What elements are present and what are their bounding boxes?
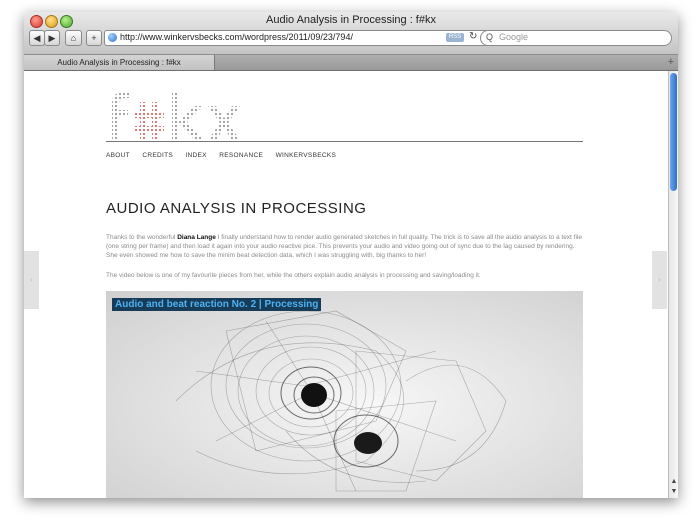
post-title: AUDIO ANALYSIS IN PROCESSING <box>106 200 367 217</box>
tab-bar: Audio Analysis in Processing : f#kx + <box>24 55 678 71</box>
search-placeholder: Google <box>499 32 529 42</box>
para1-before: Thanks to the wonderful <box>106 234 178 241</box>
web-page: ‹ › ABOUT CREDITS INDEX RESONANCE WINKER… <box>24 71 668 498</box>
globe-icon <box>108 33 117 42</box>
post-paragraph-2: The video below is one of my favourite p… <box>106 272 481 279</box>
search-field[interactable]: Q Google <box>480 30 672 46</box>
forward-button[interactable]: ▶ <box>44 30 60 46</box>
back-button[interactable]: ◀ <box>29 30 45 46</box>
reload-icon[interactable]: ↻ <box>469 31 477 42</box>
vertical-scrollbar[interactable]: ▲ ▼ <box>668 71 678 498</box>
nav-winkervsbecks[interactable]: WINKERVSBECKS <box>276 152 337 159</box>
nav-resonance[interactable]: RESONANCE <box>219 152 263 159</box>
home-button[interactable]: ⌂ <box>65 30 82 46</box>
browser-window: Audio Analysis in Processing : f#kx ◀ ▶ … <box>24 12 678 498</box>
diana-lange-link[interactable]: Diana Lange <box>177 234 216 241</box>
scroll-down-arrow[interactable]: ▼ <box>669 487 678 497</box>
rss-icon[interactable]: RSS <box>446 33 464 42</box>
scrollbar-thumb[interactable] <box>670 73 677 191</box>
site-logo[interactable] <box>106 88 246 147</box>
scroll-up-arrow[interactable]: ▲ <box>669 477 678 487</box>
search-icon: Q <box>486 32 494 42</box>
window-title: Audio Analysis in Processing : f#kx <box>266 14 436 26</box>
url-text[interactable]: http://www.winkervsbecks.com/wordpress/2… <box>120 32 353 42</box>
new-tab-button[interactable]: + <box>668 55 674 69</box>
video-player[interactable]: Audio and beat reaction No. 2 | Processi… <box>106 291 583 498</box>
add-bookmark-button[interactable]: + <box>86 30 102 46</box>
prev-post-arrow[interactable]: ‹ <box>24 251 39 309</box>
nav-index[interactable]: INDEX <box>185 152 206 159</box>
video-title[interactable]: Audio and beat reaction No. 2 | Processi… <box>112 298 322 311</box>
nav-about[interactable]: ABOUT <box>106 152 130 159</box>
address-bar[interactable]: http://www.winkervsbecks.com/wordpress/2… <box>104 30 490 46</box>
post-paragraph-1: Thanks to the wonderful Diana Lange I fi… <box>106 233 583 260</box>
site-nav: ABOUT CREDITS INDEX RESONANCE WINKERVSBE… <box>106 141 583 162</box>
page-viewport: ‹ › ABOUT CREDITS INDEX RESONANCE WINKER… <box>24 71 668 498</box>
video-thumbnail <box>175 310 507 492</box>
logo-graphic <box>112 92 240 140</box>
nav-credits[interactable]: CREDITS <box>142 152 173 159</box>
next-post-arrow[interactable]: › <box>652 251 667 309</box>
title-bar: Audio Analysis in Processing : f#kx ◀ ▶ … <box>24 12 678 55</box>
tab-current[interactable]: Audio Analysis in Processing : f#kx <box>24 55 215 70</box>
